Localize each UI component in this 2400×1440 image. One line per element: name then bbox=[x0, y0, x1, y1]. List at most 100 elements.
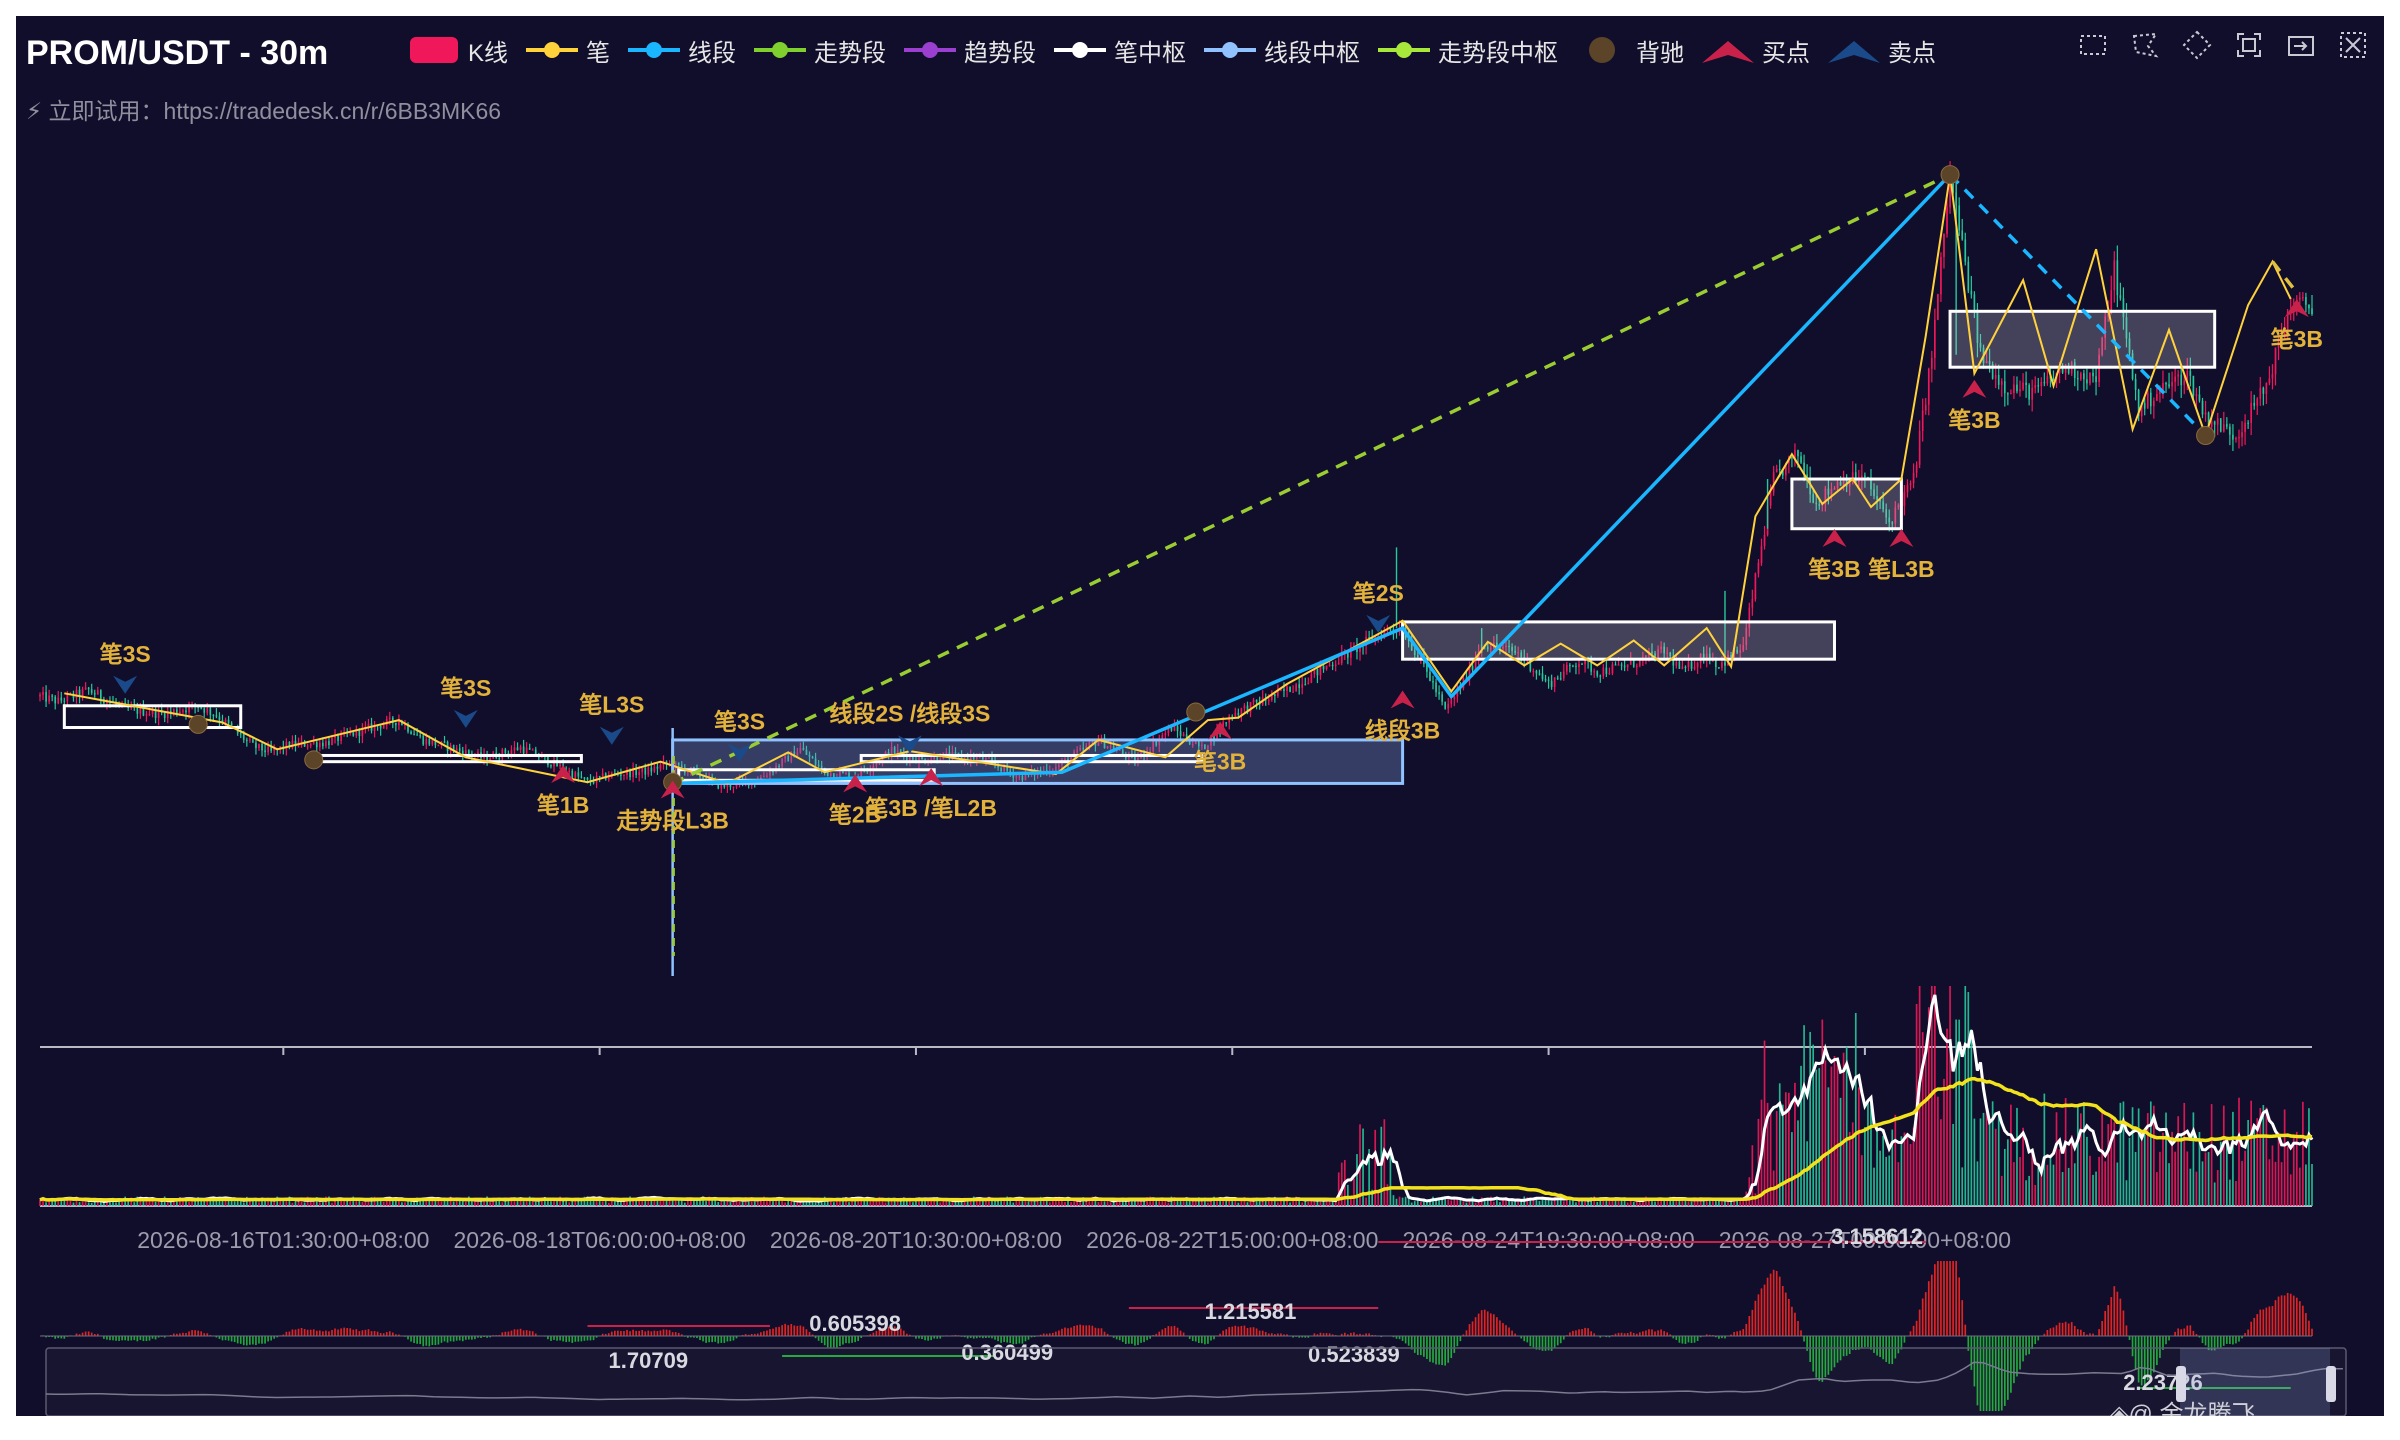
volume-bar bbox=[489, 1202, 491, 1206]
macd-bar bbox=[2180, 1329, 2183, 1336]
macd-bar bbox=[373, 1331, 376, 1336]
buy-marker-6[interactable] bbox=[1822, 528, 1847, 547]
macd-bar bbox=[1775, 1270, 1778, 1336]
divergence-point-1[interactable] bbox=[304, 750, 324, 770]
volume-bar bbox=[1897, 1162, 1900, 1206]
kline-chart[interactable]: 笔1B走势段L3B 笔2B笔3B /笔L2B笔3B线段3B笔3B 笔L3B笔3B笔3… bbox=[16, 16, 2384, 1416]
macd-bar bbox=[1176, 1327, 1179, 1336]
divergence-point-4[interactable] bbox=[1940, 165, 1960, 185]
buy-marker-8[interactable] bbox=[1962, 379, 1987, 398]
volume-bar bbox=[2149, 1101, 2152, 1206]
macd-bar bbox=[851, 1336, 853, 1343]
buy-marker-5[interactable] bbox=[1390, 690, 1415, 709]
macd-bar bbox=[1094, 1327, 1097, 1336]
macd-bar bbox=[516, 1329, 519, 1336]
volume-bar bbox=[452, 1201, 455, 1206]
macd-bar bbox=[1118, 1336, 1121, 1341]
candle-body bbox=[1252, 699, 1255, 703]
volume-bar bbox=[340, 1200, 342, 1206]
volume-bar bbox=[1900, 1136, 1903, 1206]
candle-body bbox=[328, 741, 330, 745]
macd-bar bbox=[1681, 1336, 1684, 1344]
candle-body bbox=[1225, 722, 1228, 724]
volume-bar bbox=[1830, 1066, 1833, 1206]
volume-bar bbox=[1903, 1132, 1906, 1206]
candle-body bbox=[2000, 381, 2003, 385]
volume-bar bbox=[2049, 1157, 2052, 1206]
divergence-point-5[interactable] bbox=[2196, 426, 2216, 446]
volume-bar bbox=[662, 1200, 665, 1206]
buy-marker-7[interactable] bbox=[1889, 528, 1914, 547]
macd-bar bbox=[1693, 1336, 1696, 1343]
macd-bar bbox=[419, 1336, 422, 1345]
macd-bar bbox=[1502, 1323, 1504, 1336]
candle-body bbox=[2046, 376, 2049, 384]
candle-body bbox=[182, 710, 184, 712]
macd-bar bbox=[1958, 1277, 1961, 1336]
candle-body bbox=[1432, 680, 1434, 683]
sell-marker-2[interactable] bbox=[599, 726, 624, 745]
candle-body bbox=[1599, 675, 1602, 677]
macd-bar bbox=[407, 1336, 409, 1340]
macd-bar bbox=[2250, 1321, 2253, 1336]
macd-bar bbox=[2311, 1328, 2313, 1336]
macd-bar bbox=[1222, 1330, 1224, 1336]
macd-bar bbox=[702, 1336, 704, 1342]
candle-body bbox=[1274, 694, 1276, 696]
volume-bar bbox=[2201, 1161, 2204, 1206]
macd-bar bbox=[340, 1328, 342, 1336]
macd-bar bbox=[1657, 1330, 1659, 1336]
candle-body bbox=[2229, 426, 2231, 435]
volume-bar bbox=[1395, 1198, 1398, 1206]
macd-bar bbox=[1067, 1328, 1069, 1336]
macd-bar bbox=[452, 1336, 455, 1342]
macd-bar bbox=[1167, 1326, 1170, 1336]
candle-body bbox=[54, 696, 57, 704]
macd-bar bbox=[252, 1336, 254, 1345]
macd-bar bbox=[528, 1330, 531, 1336]
macd-bar bbox=[2283, 1295, 2286, 1336]
volume-bar bbox=[2238, 1097, 2240, 1206]
volume-bar bbox=[446, 1200, 449, 1206]
macd-bar bbox=[1934, 1264, 1936, 1336]
macd-bar bbox=[1483, 1309, 1486, 1336]
macd-bar bbox=[318, 1330, 321, 1336]
macd-bar bbox=[133, 1336, 136, 1341]
volume-bar bbox=[1383, 1119, 1386, 1206]
volume-bar bbox=[1873, 1167, 1875, 1206]
macd-bar bbox=[775, 1327, 777, 1336]
macd-bar bbox=[130, 1336, 133, 1341]
candle-body bbox=[458, 748, 461, 751]
candle-body bbox=[656, 766, 659, 769]
datazoom-slider[interactable] bbox=[45, 1347, 2347, 1416]
candle-body bbox=[2040, 381, 2043, 387]
sell-marker-1[interactable] bbox=[453, 709, 478, 728]
volume-bar bbox=[2025, 1180, 2027, 1206]
datazoom-track[interactable] bbox=[45, 1347, 2347, 1416]
macd-bar bbox=[434, 1336, 437, 1346]
macd-bar bbox=[2034, 1336, 2037, 1345]
macd-bar bbox=[1210, 1336, 1212, 1341]
divergence-point-0[interactable] bbox=[188, 714, 208, 734]
volume-bar bbox=[1803, 1025, 1805, 1206]
candle-body bbox=[1559, 678, 1562, 680]
volume-bar bbox=[1158, 1200, 1161, 1206]
divergence-point-3[interactable] bbox=[1186, 702, 1206, 722]
macd-bar bbox=[2302, 1305, 2304, 1336]
volume-bar bbox=[2174, 1151, 2176, 1206]
volume-bar bbox=[1277, 1202, 1279, 1206]
volume-bar bbox=[2302, 1101, 2304, 1206]
candle-body bbox=[1322, 665, 1325, 670]
volume-bar bbox=[717, 1202, 720, 1206]
volume-bar bbox=[1161, 1200, 1164, 1206]
macd-bar bbox=[328, 1331, 330, 1336]
candle-body bbox=[1754, 573, 1757, 600]
candle-body bbox=[1535, 670, 1538, 674]
candle-body bbox=[425, 738, 428, 745]
volume-bar bbox=[1952, 1123, 1954, 1206]
sell-marker-0[interactable] bbox=[113, 675, 138, 694]
sell-label-0: 笔3S bbox=[100, 641, 151, 667]
volume-bar bbox=[2210, 1104, 2213, 1206]
volume-bar bbox=[270, 1201, 272, 1206]
volume-bar bbox=[1702, 1200, 1705, 1206]
